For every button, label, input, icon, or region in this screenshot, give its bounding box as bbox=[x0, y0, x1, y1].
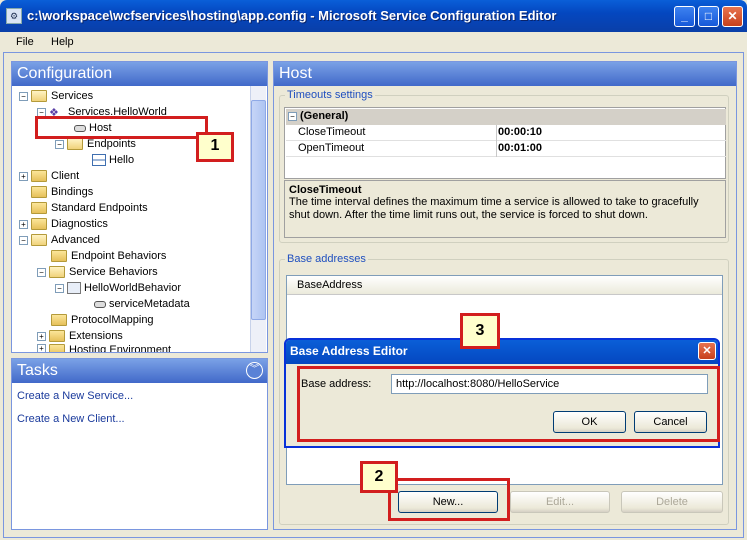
close-button[interactable]: ✕ bbox=[722, 6, 743, 27]
tree-item-protocolmapping[interactable]: ProtocolMapping bbox=[51, 312, 154, 328]
folder-icon bbox=[51, 250, 67, 262]
tree-item-endpoint-behaviors[interactable]: Endpoint Behaviors bbox=[51, 248, 166, 264]
tree-item-hello[interactable]: Hello bbox=[92, 152, 134, 168]
callout-2: 2 bbox=[360, 461, 398, 493]
folder-icon bbox=[49, 330, 65, 342]
tree-item-service-behaviors[interactable]: − Service Behaviors bbox=[37, 264, 158, 280]
folder-icon bbox=[31, 202, 47, 214]
folder-icon bbox=[49, 344, 65, 352]
tree-item-extensions[interactable]: + Extensions bbox=[37, 328, 123, 344]
menu-bar bbox=[3, 32, 744, 52]
endpoint-icon bbox=[92, 154, 106, 166]
grid-category-general[interactable]: − (General) bbox=[286, 109, 726, 125]
collapse-chevron-icon[interactable]: ︾ bbox=[246, 362, 263, 379]
behavior-icon bbox=[67, 282, 81, 294]
tree-item-advanced[interactable]: − Advanced bbox=[19, 232, 100, 248]
tree-item-hosting-environment[interactable]: + Hosting Environment bbox=[37, 344, 171, 352]
create-new-service-link[interactable]: Create a New Service... bbox=[17, 390, 133, 402]
grid-divider bbox=[496, 125, 497, 157]
tree-item-helloworldbehavior[interactable]: − HelloWorldBehavior bbox=[55, 280, 181, 296]
create-new-client-link[interactable]: Create a New Client... bbox=[17, 413, 125, 425]
window-title: c:\workspace\wcfservices\hosting\app.con… bbox=[27, 8, 557, 23]
annotation-box-new bbox=[388, 478, 510, 521]
tasks-title: Tasks bbox=[17, 362, 58, 379]
callout-1: 1 bbox=[196, 132, 234, 162]
dialog-title: Base Address Editor bbox=[290, 344, 408, 358]
folder-icon bbox=[31, 170, 47, 182]
edit-button[interactable]: Edit... bbox=[510, 491, 610, 513]
folder-icon bbox=[67, 138, 83, 150]
timeouts-label: Timeouts settings bbox=[285, 89, 375, 101]
tasks-header: Tasks bbox=[12, 359, 267, 383]
maximize-button[interactable]: □ bbox=[698, 6, 719, 27]
tree-item-client[interactable]: + Client bbox=[19, 168, 79, 184]
description-text: The time interval defines the maximum ti… bbox=[289, 196, 699, 221]
delete-button[interactable]: Delete bbox=[621, 491, 723, 513]
configuration-header: Configuration bbox=[12, 62, 267, 86]
base-addresses-label: Base addresses bbox=[285, 253, 368, 265]
element-icon bbox=[94, 300, 106, 308]
folder-icon bbox=[31, 90, 47, 102]
description-box: CloseTimeout The time interval defines t… bbox=[284, 180, 726, 238]
tree-item-bindings[interactable]: Bindings bbox=[31, 184, 93, 200]
annotation-box-host bbox=[35, 116, 208, 139]
tree-item-standard-endpoints[interactable]: Standard Endpoints bbox=[31, 200, 148, 216]
folder-icon bbox=[31, 218, 47, 230]
tree-item-diagnostics[interactable]: + Diagnostics bbox=[19, 216, 108, 232]
minimize-button[interactable]: _ bbox=[674, 6, 695, 27]
tree-item-services[interactable]: − Services bbox=[19, 88, 93, 104]
description-title: CloseTimeout bbox=[289, 184, 362, 196]
column-header-baseaddress[interactable]: BaseAddress bbox=[287, 276, 722, 295]
folder-icon bbox=[49, 266, 65, 278]
app-icon: ⚙ bbox=[6, 8, 22, 24]
tasks-panel: Tasks bbox=[11, 358, 268, 530]
grid-row-closetimeout[interactable]: CloseTimeout 00:00:10 bbox=[286, 125, 726, 141]
folder-icon bbox=[51, 314, 67, 326]
host-header: Host bbox=[274, 62, 736, 86]
grid-row-opentimeout[interactable]: OpenTimeout 00:01:00 bbox=[286, 141, 726, 157]
tree-scrollbar[interactable] bbox=[250, 86, 266, 352]
dialog-close-button[interactable]: ✕ bbox=[698, 342, 716, 360]
annotation-box-dialog bbox=[297, 366, 720, 442]
folder-icon bbox=[31, 234, 47, 246]
menu-file[interactable]: File bbox=[16, 36, 34, 48]
tree-scroll-thumb[interactable] bbox=[251, 100, 266, 320]
folder-icon bbox=[31, 186, 47, 198]
menu-help[interactable]: Help bbox=[51, 36, 74, 48]
tree-item-servicemetadata[interactable]: serviceMetadata bbox=[94, 296, 190, 312]
callout-3: 3 bbox=[460, 313, 500, 349]
